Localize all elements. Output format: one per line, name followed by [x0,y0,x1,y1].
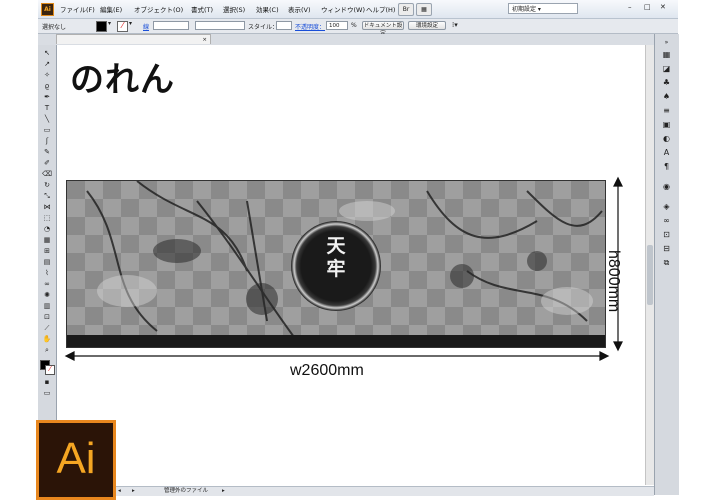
stroke-label[interactable]: 線 [143,22,149,31]
brushes-panel-icon[interactable]: ♣ [660,78,673,88]
menu-file[interactable]: ファイル(F) [60,4,95,14]
blob-brush-icon[interactable]: ✐ [41,159,53,168]
symbol-sprayer-icon[interactable]: ✺ [41,291,53,300]
document-settings-button[interactable]: ドキュメント設定 [362,21,404,37]
collapse-panels-icon[interactable]: » [660,38,673,48]
appearance-panel-icon[interactable]: ◉ [660,182,673,192]
menu-type[interactable]: 書式(T) [191,4,213,14]
stroke-swatch[interactable]: ⁄ [117,21,128,32]
document-tab[interactable]: × [56,34,211,44]
perspective-grid-icon[interactable]: ▦ [41,236,53,245]
close-icon[interactable]: × [202,35,207,44]
brush-tool-icon[interactable]: ʃ [41,137,53,146]
color-mode-icon[interactable]: ▪ [41,378,53,387]
pencil-tool-icon[interactable]: ✎ [41,148,53,157]
status-text[interactable]: 管理外のファイル [164,487,208,496]
character-panel-icon[interactable]: A [660,148,673,158]
type-tool-icon[interactable]: T [41,104,53,113]
fill-swatch[interactable] [96,21,107,32]
menu-select[interactable]: 選択(S) [223,4,245,14]
scroll-thumb[interactable] [647,245,653,305]
logo-text: Ai [56,434,96,483]
menu-edit[interactable]: 編集(E) [100,4,122,14]
opacity-unit: % [351,22,357,29]
chevron-down-icon[interactable]: ▾ [129,20,132,27]
free-transform-icon[interactable]: ⬚ [41,214,53,223]
close-icon[interactable]: ✕ [660,3,666,11]
links-panel-icon[interactable]: ∞ [660,216,673,226]
design-title: のれん [70,60,175,100]
pathfinder-panel-icon[interactable]: ⧉ [660,258,673,268]
chevron-down-icon[interactable]: ▾ [108,20,111,27]
eraser-tool-icon[interactable]: ⌫ [41,170,53,179]
menu-effect[interactable]: 効果(C) [256,4,279,14]
width-tool-icon[interactable]: ⋈ [41,203,53,212]
control-bar: 選択なし ▾ ⁄ ▾ 線 スタイル： 不透明度： 100 % ドキュメント設定 … [38,19,678,37]
menu-bar: Ai ファイル(F) 編集(E) オブジェクト(O) 書式(T) 選択(S) 効… [38,0,678,19]
rectangle-tool-icon[interactable]: ▭ [41,126,53,135]
selection-tool-icon[interactable]: ↖ [41,49,53,58]
workspace-select[interactable]: 初期設定 ▾ [508,3,578,14]
menu-help[interactable]: ヘルプ(H) [366,4,395,14]
vertical-scrollbar[interactable] [645,45,654,485]
preferences-button[interactable]: 環境設定 [408,21,446,30]
menu-view[interactable]: 表示(V) [288,4,311,14]
menu-window[interactable]: ウィンドウ(W) [321,4,365,14]
width-dimension-label: w2600mm [290,362,364,379]
hand-tool-icon[interactable]: ✋ [41,335,53,344]
panel-menu-icon[interactable]: ⁞▾ [452,21,458,29]
panel-dock: » ▦ ◪ ♣ ♠ ≡ ▣ ◐ A ¶ ◉ ◈ ∞ ⊡ ⊟ ⧉ [654,34,679,495]
pen-tool-icon[interactable]: ✒ [41,93,53,102]
graphic-style-select[interactable] [276,21,292,30]
selection-status: 選択なし [42,24,67,31]
slice-tool-icon[interactable]: ⟋ [41,324,53,333]
magic-wand-icon[interactable]: ✧ [41,71,53,80]
bridge-icon[interactable]: Br [398,3,414,16]
opacity-label[interactable]: 不透明度： [295,22,325,31]
transparency-panel-icon[interactable]: ◐ [660,134,673,144]
menu-object[interactable]: オブジェクト(O) [134,4,183,14]
artboard-tool-icon[interactable]: ⊡ [41,313,53,322]
arrange-docs-icon[interactable]: ▦ [416,3,432,16]
nav-prev-icon[interactable]: ◂ [118,487,121,496]
illustrator-logo: Ai [36,420,116,500]
status-menu-icon[interactable]: ▸ [132,487,135,496]
lasso-icon[interactable]: ϱ [41,82,53,91]
dimension-lines [64,176,623,361]
status-bar: ◂ ▸ 管理外のファイル ▸ [112,486,654,496]
scale-tool-icon[interactable]: ⤡ [41,192,53,201]
stroke-panel-icon[interactable]: ≡ [660,106,673,116]
rotate-tool-icon[interactable]: ↻ [41,181,53,190]
swatches-panel-icon[interactable]: ◪ [660,64,673,74]
app-icon[interactable]: Ai [41,3,54,16]
status-arrow-icon[interactable]: ▸ [222,487,225,496]
gradient-tool-icon[interactable]: ▤ [41,258,53,267]
artboards-panel-icon[interactable]: ⊡ [660,230,673,240]
blend-tool-icon[interactable]: ∞ [41,280,53,289]
maximize-icon[interactable]: □ [644,3,651,11]
graph-tool-icon[interactable]: ▥ [41,302,53,311]
style-label: スタイル： [248,24,279,31]
opacity-field[interactable]: 100 [326,21,348,30]
layers-panel-icon[interactable]: ◈ [660,202,673,212]
eyedropper-icon[interactable]: ⌇ [41,269,53,278]
stroke-color-icon[interactable]: ⁄ [45,365,55,375]
height-dimension-label: h800mm [605,250,622,313]
screen-mode-icon[interactable]: ▭ [41,389,53,398]
shape-builder-icon[interactable]: ◔ [41,225,53,234]
color-panel-icon[interactable]: ▦ [660,50,673,60]
symbols-panel-icon[interactable]: ♠ [660,92,673,102]
stroke-weight-field[interactable] [153,21,189,30]
mesh-tool-icon[interactable]: ⊞ [41,247,53,256]
zoom-tool-icon[interactable]: ⌕ [41,346,53,355]
gradient-panel-icon[interactable]: ▣ [660,120,673,130]
align-panel-icon[interactable]: ⊟ [660,244,673,254]
variable-width-select[interactable] [195,21,245,30]
line-tool-icon[interactable]: ╲ [41,115,53,124]
direct-selection-tool-icon[interactable]: ↗ [41,60,53,69]
paragraph-panel-icon[interactable]: ¶ [660,162,673,172]
minimize-icon[interactable]: – [628,3,632,11]
